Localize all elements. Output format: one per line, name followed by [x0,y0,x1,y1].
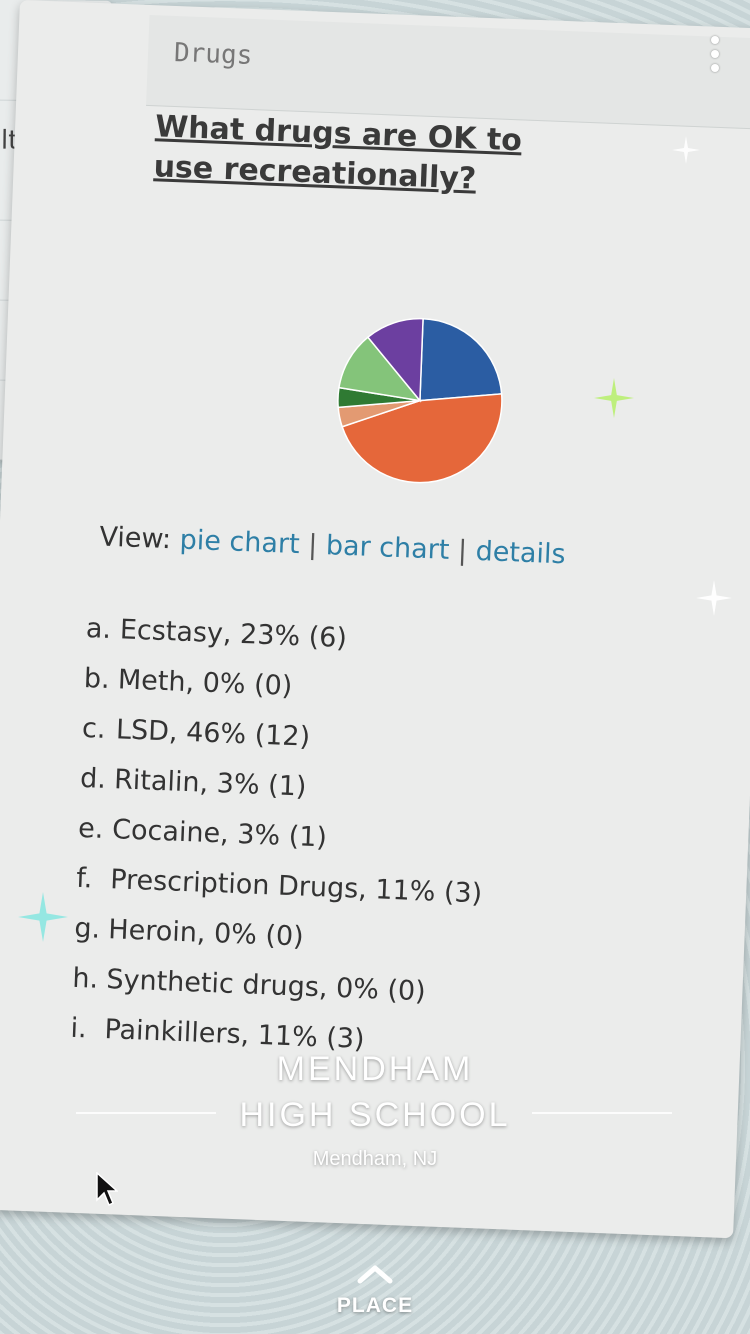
chevron-up-icon [357,1265,393,1284]
place-label: PLACE [336,1294,414,1317]
answer-text: Ritalin, 3% (1) [113,764,307,803]
pie-chart [332,312,508,488]
answer-text: LSD, 46% (12) [115,714,311,753]
menu-dot [711,50,719,58]
answer-text: Prescription Drugs, 11% (3) [109,864,483,910]
answer-letter: f. [75,862,94,895]
answer-letter: g. [73,912,101,945]
sparkle-icon [672,136,700,164]
answer-text: Meth, 0% (0) [117,664,293,702]
sparkle-icon [18,892,68,942]
answer-letter: e. [77,812,105,845]
answer-letter: b. [83,662,111,695]
answer-item: d. Ritalin, 3% (1) [80,763,307,803]
answer-letter: c. [81,712,107,745]
pie-chart-svg [337,317,503,484]
answer-letter: h. [71,962,99,995]
pie-slice-ecstasy [419,317,503,402]
answer-item: c. LSD, 46% (12) [81,713,310,753]
answer-text: Ecstasy, 23% (6) [119,614,348,655]
sparkle-icon [696,580,732,616]
place-button[interactable]: PLACE [0,1260,750,1320]
answer-letter: a. [85,613,112,645]
view-bar-chart-link[interactable]: bar chart [325,530,450,566]
more-vertical-icon[interactable] [708,36,720,76]
menu-dot [711,64,719,72]
answer-item: e. Cocaine, 3% (1) [78,813,328,854]
view-prefix: View: [98,521,172,556]
view-separator: | [307,529,318,561]
view-options: View: pie chart | bar chart | details [99,521,566,570]
answer-item: b. Meth, 0% (0) [83,663,292,702]
view-separator: | [457,535,468,567]
geofilter-title-line1: MENDHAM [276,1050,474,1088]
mouse-pointer-icon [96,1172,118,1207]
menu-dot [711,36,719,44]
page-header-label: Drugs [173,37,253,71]
poll-question: What drugs are OK to use recreationally? [153,109,523,197]
view-pie-chart-link[interactable]: pie chart [179,525,300,561]
answer-item: h. Synthetic drugs, 0% (0) [72,963,426,1008]
geofilter-overlay: MENDHAM HIGH SCHOOL Mendham, NJ [0,1040,750,1190]
geofilter-city: Mendham, NJ [312,1148,438,1170]
answer-item: g. Heroin, 0% (0) [74,913,304,953]
answer-letter: d. [79,762,107,795]
answer-text: Synthetic drugs, 0% (0) [105,964,427,1008]
answer-text: Heroin, 0% (0) [107,914,305,953]
answer-item: a. Ecstasy, 23% (6) [85,613,347,654]
sparkle-icon [594,378,634,418]
view-details-link[interactable]: details [475,536,566,570]
geofilter-title-line2: HIGH SCHOOL [239,1096,511,1134]
answer-item: f. Prescription Drugs, 11% (3) [76,863,483,910]
answer-text: Cocaine, 3% (1) [111,814,328,854]
